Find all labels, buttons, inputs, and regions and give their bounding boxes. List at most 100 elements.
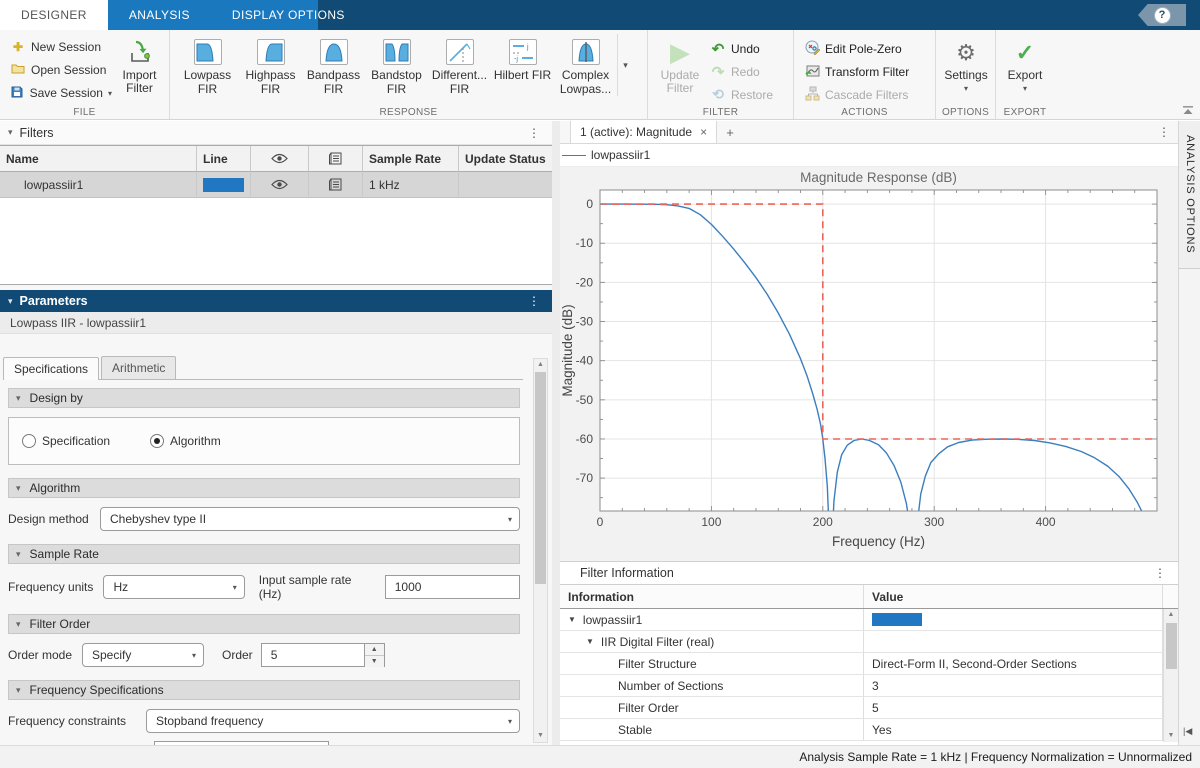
response-bandpass-fir[interactable]: Bandpass FIR bbox=[302, 34, 365, 96]
undo-icon: ↶ bbox=[710, 40, 726, 58]
export-button[interactable]: ✓ Export ▾ bbox=[1002, 34, 1048, 95]
filter-row-lowpassiir1[interactable]: lowpassiir1 1 kHz bbox=[0, 172, 552, 198]
status-text: Analysis Sample Rate = 1 kHz | Frequency… bbox=[799, 750, 1192, 764]
new-session-icon: ✚ bbox=[10, 40, 26, 54]
frequency-units-label: Frequency units bbox=[8, 580, 95, 594]
parameters-menu-icon[interactable]: ⋮ bbox=[524, 294, 544, 308]
svg-text:Frequency (Hz): Frequency (Hz) bbox=[832, 534, 925, 549]
svg-text:300: 300 bbox=[924, 515, 944, 529]
analysis-menu-icon[interactable]: ⋮ bbox=[1154, 125, 1174, 139]
cascade-filters-icon bbox=[804, 86, 820, 104]
help-icon: ? bbox=[1154, 7, 1171, 24]
scroll-up-icon[interactable]: ▲ bbox=[534, 359, 547, 371]
redo-button[interactable]: ↷ Redo bbox=[706, 61, 777, 82]
panel-splitter[interactable] bbox=[552, 121, 560, 745]
response-highpass-fir[interactable]: Highpass FIR bbox=[239, 34, 302, 96]
bandstop-fir-icon bbox=[383, 39, 411, 65]
edit-pole-zero-icon bbox=[804, 40, 820, 58]
response-lowpass-fir[interactable]: Lowpass FIR bbox=[176, 34, 239, 96]
frequency-constraints-label: Frequency constraints bbox=[8, 714, 138, 728]
filter-information-header: Filter Information ⋮ bbox=[560, 561, 1178, 585]
info-row-stable[interactable]: Stable Yes bbox=[560, 719, 1178, 741]
tab-analysis[interactable]: ANALYSIS bbox=[108, 0, 211, 30]
info-row-iir-filter[interactable]: ▼IIR Digital Filter (real) bbox=[560, 631, 1178, 653]
order-field[interactable]: 5 bbox=[261, 643, 365, 667]
restore-button[interactable]: ⟲ Restore bbox=[706, 84, 777, 105]
parameters-subtitle: Lowpass IIR - lowpassiir1 bbox=[0, 312, 552, 334]
filter-information-table: Information Value ▼lowpassiir1 ▼IIR Digi… bbox=[560, 585, 1178, 742]
parameters-scrollbar[interactable]: ▲ ▼ bbox=[533, 358, 548, 743]
tab-display-options[interactable]: DISPLAY OPTIONS bbox=[211, 0, 366, 30]
response-hilbert-fir[interactable]: j-j Hilbert FIR bbox=[491, 34, 554, 82]
frequency-units-select[interactable]: Hz ▾ bbox=[103, 575, 244, 599]
filters-menu-icon[interactable]: ⋮ bbox=[524, 126, 544, 140]
update-filter-button[interactable]: ▶ Update Filter bbox=[654, 34, 706, 105]
scroll-down-icon[interactable]: ▼ bbox=[534, 730, 547, 742]
expand-icon[interactable]: ▼ bbox=[568, 615, 576, 624]
highpass-fir-icon bbox=[257, 39, 285, 65]
order-mode-select[interactable]: Specify ▾ bbox=[82, 643, 204, 667]
save-session-button[interactable]: Save Session ▾ bbox=[6, 83, 116, 103]
svg-text:Magnitude Response (dB): Magnitude Response (dB) bbox=[800, 170, 957, 185]
response-gallery-expand-icon[interactable]: ▾ bbox=[617, 34, 633, 96]
filter-information-scrollbar-thumb[interactable] bbox=[1166, 623, 1177, 669]
design-method-select[interactable]: Chebyshev type II ▾ bbox=[100, 507, 520, 531]
scroll-up-icon[interactable]: ▲ bbox=[1164, 609, 1178, 621]
frequency-specifications-section-bar[interactable]: ▾ Frequency Specifications bbox=[8, 680, 520, 700]
response-bandstop-fir[interactable]: Bandstop FIR bbox=[365, 34, 428, 96]
info-line-swatch bbox=[872, 613, 922, 626]
info-row-structure[interactable]: Filter Structure Direct-Form II, Second-… bbox=[560, 653, 1178, 675]
tab-arithmetic[interactable]: Arithmetic bbox=[101, 356, 176, 379]
tab-specifications[interactable]: Specifications bbox=[3, 357, 99, 380]
chevron-down-icon: ▾ bbox=[233, 576, 237, 599]
scroll-down-icon[interactable]: ▼ bbox=[1164, 730, 1178, 742]
settings-button[interactable]: ⚙ Settings ▾ bbox=[942, 34, 990, 95]
radio-specification[interactable]: Specification bbox=[22, 434, 110, 448]
group-options: ⚙ Settings ▾ OPTIONS bbox=[936, 30, 996, 119]
algorithm-section-bar[interactable]: ▾ Algorithm bbox=[8, 478, 520, 498]
tab-close-icon[interactable]: × bbox=[700, 125, 707, 139]
minimize-toolstrip-icon[interactable] bbox=[1182, 104, 1194, 113]
order-mode-label: Order mode bbox=[8, 648, 74, 662]
expand-icon[interactable]: ▼ bbox=[586, 637, 594, 646]
response-complex-lowpass[interactable]: Complex Lowpas... bbox=[554, 34, 617, 96]
svg-text:-10: -10 bbox=[576, 236, 594, 250]
transform-filter-button[interactable]: Transform Filter bbox=[800, 61, 929, 82]
group-response: Lowpass FIR Highpass FIR Bandpass FIR Ba… bbox=[170, 30, 648, 119]
info-row-sections[interactable]: Number of Sections 3 bbox=[560, 675, 1178, 697]
sample-rate-section-bar[interactable]: ▾ Sample Rate bbox=[8, 544, 520, 564]
dock-panel-icon[interactable]: |◀ bbox=[1183, 726, 1192, 737]
undo-button[interactable]: ↶ Undo bbox=[706, 38, 777, 59]
edit-pole-zero-button[interactable]: Edit Pole-Zero bbox=[800, 38, 929, 59]
radio-algorithm[interactable]: Algorithm bbox=[150, 434, 221, 448]
visible-icon bbox=[271, 179, 288, 190]
import-filter-button[interactable]: Import Filter bbox=[116, 34, 163, 103]
input-sample-rate-field[interactable]: 1000 bbox=[385, 575, 520, 599]
open-session-button[interactable]: Open Session bbox=[6, 60, 116, 80]
filter-visible-cell[interactable] bbox=[251, 172, 309, 198]
filter-line-cell[interactable] bbox=[197, 172, 251, 198]
response-differentiator-fir[interactable]: Different... FIR bbox=[428, 34, 491, 96]
filter-annotation-cell[interactable] bbox=[309, 172, 363, 198]
design-by-section-bar[interactable]: ▾ Design by bbox=[8, 388, 520, 408]
new-tab-button[interactable]: + bbox=[717, 121, 743, 143]
cascade-filters-button[interactable]: Cascade Filters bbox=[800, 84, 929, 105]
parameters-collapse-icon[interactable]: ▾ bbox=[8, 296, 13, 307]
filter-information-scrollbar[interactable]: ▲ ▼ bbox=[1163, 609, 1178, 742]
order-stepper[interactable]: ▲ ▼ bbox=[365, 643, 385, 667]
filter-information-menu-icon[interactable]: ⋮ bbox=[1150, 566, 1170, 580]
info-row-filter[interactable]: ▼lowpassiir1 bbox=[560, 609, 1178, 631]
bandpass-fir-icon bbox=[320, 39, 348, 65]
parameters-scrollbar-thumb[interactable] bbox=[535, 372, 546, 584]
tab-magnitude[interactable]: 1 (active): Magnitude × bbox=[570, 121, 717, 143]
info-row-order[interactable]: Filter Order 5 bbox=[560, 697, 1178, 719]
save-session-dropdown-icon[interactable]: ▾ bbox=[108, 89, 112, 98]
new-session-button[interactable]: ✚ New Session bbox=[6, 37, 116, 57]
help-button[interactable]: ? bbox=[1138, 4, 1186, 26]
frequency-constraints-select[interactable]: Stopband frequency ▾ bbox=[146, 709, 520, 733]
analysis-options-tab[interactable]: ANALYSIS OPTIONS bbox=[1179, 121, 1200, 269]
annotation-icon bbox=[329, 178, 342, 191]
tab-designer[interactable]: DESIGNER bbox=[0, 0, 108, 30]
filter-order-section-bar[interactable]: ▾ Filter Order bbox=[8, 614, 520, 634]
filters-collapse-icon[interactable]: ▾ bbox=[8, 127, 13, 138]
